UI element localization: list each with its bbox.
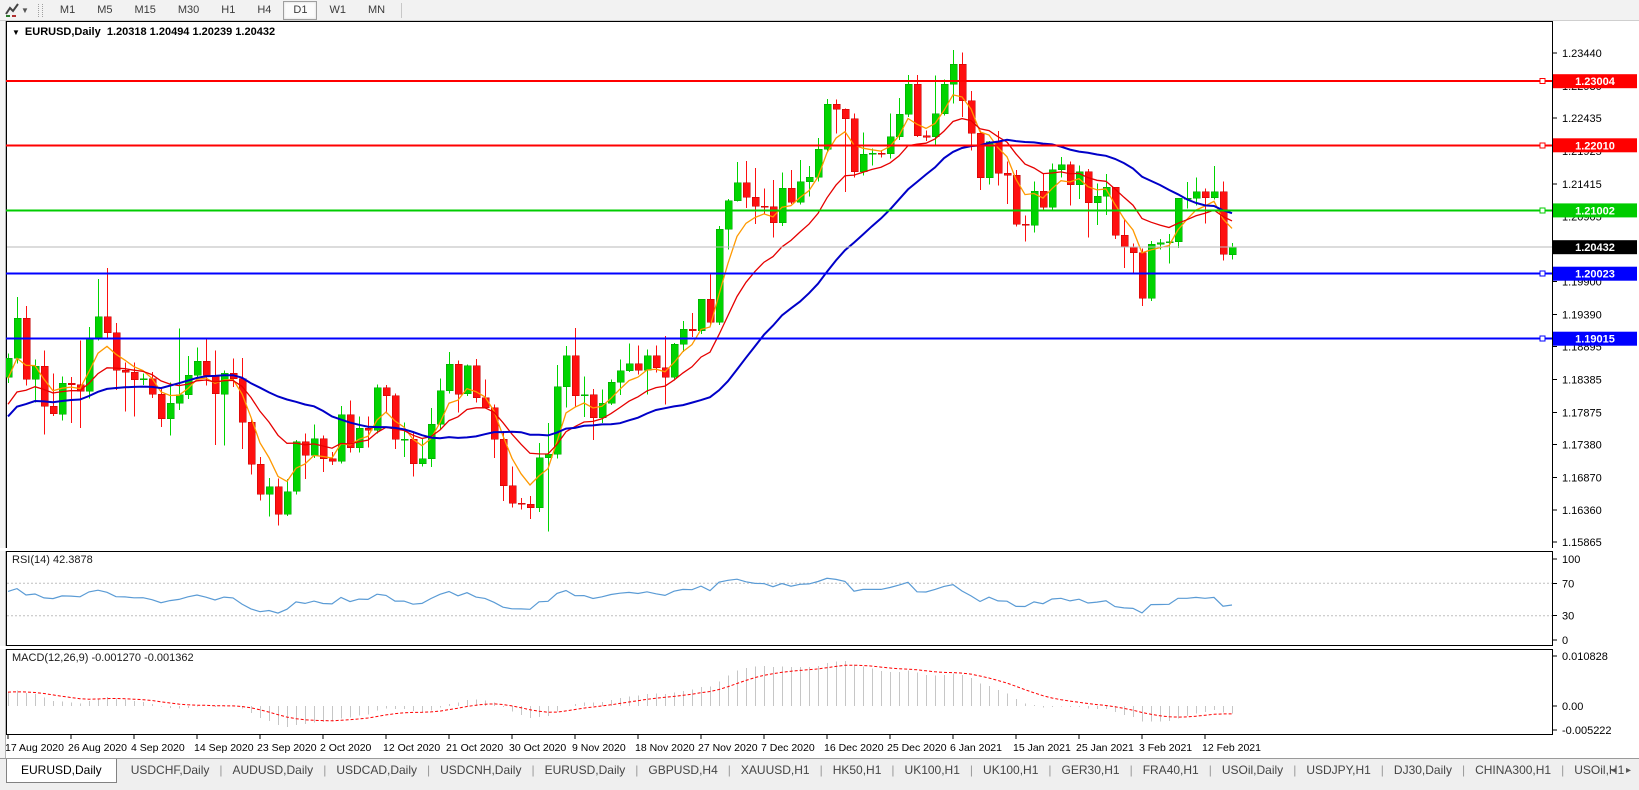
hline-handle[interactable] — [1540, 336, 1545, 341]
date-axis-label: 30 Oct 2020 — [509, 742, 566, 754]
price-axis-tick: 1.21415 — [1562, 179, 1602, 191]
toolbar-grip[interactable] — [38, 4, 43, 17]
timeframe-button-d1[interactable]: D1 — [283, 1, 317, 20]
chart-tabs: EURUSD,DailyUSDCHF,Daily|AUDUSD,Daily|US… — [0, 759, 1634, 783]
price-axis-tick: 1.16360 — [1562, 505, 1602, 517]
rsi-axis-tick: 70 — [1562, 578, 1574, 590]
tab-scroll-controls: ◂ ▸ — [1611, 765, 1631, 776]
price-axis-tick: 1.17875 — [1562, 407, 1602, 419]
hline-handle[interactable] — [1540, 208, 1545, 213]
chart-plot-border — [7, 22, 1553, 549]
svg-text:1.23004: 1.23004 — [1575, 76, 1616, 88]
date-axis-label: 15 Jan 2021 — [1013, 742, 1071, 754]
chart-ohlc-values: 1.20318 1.20494 1.20239 1.20432 — [107, 26, 275, 38]
timeframe-button-m15[interactable]: M15 — [124, 1, 165, 20]
symbol-caret-icon[interactable]: ▼ — [12, 28, 20, 37]
chart-tab-hk50-h1-8[interactable]: HK50,H1 — [823, 760, 892, 780]
date-axis-label: 23 Sep 2020 — [257, 742, 317, 754]
chart-tools-button[interactable]: ▼ — [0, 1, 34, 20]
chart-tab-usoil-daily-13[interactable]: USOil,Daily — [1212, 760, 1293, 780]
date-axis-label: 2 Oct 2020 — [320, 742, 372, 754]
date-axis-label: 17 Aug 2020 — [6, 742, 64, 754]
svg-text:1.20023: 1.20023 — [1575, 269, 1615, 281]
macd-label: MACD(12,26,9) -0.001270 -0.001362 — [12, 652, 194, 664]
macd-axis-tick: -0.005222 — [1562, 725, 1612, 735]
chart-tab-audusd-daily-2[interactable]: AUDUSD,Daily — [223, 760, 324, 780]
date-axis-label: 4 Sep 2020 — [131, 742, 185, 754]
date-axis-label: 12 Oct 2020 — [383, 742, 440, 754]
price-axis-tick: 1.19390 — [1562, 310, 1602, 322]
rsi-axis-tick: 100 — [1562, 554, 1580, 566]
chart-tab-xauusd-h1-7[interactable]: XAUUSD,H1 — [731, 760, 820, 780]
chart-tab-usdcad-daily-3[interactable]: USDCAD,Daily — [326, 760, 427, 780]
hline-handle[interactable] — [1540, 271, 1545, 276]
rsi-axis-tick: 30 — [1562, 611, 1574, 623]
date-axis-label: 14 Sep 2020 — [194, 742, 254, 754]
chart-title: ▼ EURUSD,Daily 1.20318 1.20494 1.20239 1.… — [12, 26, 275, 38]
chart-tab-china300-h1-16[interactable]: CHINA300,H1 — [1465, 760, 1561, 780]
timeframe-button-m30[interactable]: M30 — [168, 1, 209, 20]
price-axis-tick: 1.18385 — [1562, 374, 1602, 386]
chart-tab-gbpusd-h4-6[interactable]: GBPUSD,H4 — [638, 760, 727, 780]
chart-tab-dj30-daily-15[interactable]: DJ30,Daily — [1384, 760, 1462, 780]
macd-panel[interactable]: 0.010828 0.00 -0.005222 — [6, 649, 1639, 735]
rsi-label: RSI(14) 42.3878 — [12, 554, 93, 566]
chart-tab-uk100-h1-9[interactable]: UK100,H1 — [895, 760, 970, 780]
chart-tab-eurusd-daily-5[interactable]: EURUSD,Daily — [535, 760, 636, 780]
date-axis-label: 7 Dec 2020 — [761, 742, 815, 754]
toolbar-separator — [401, 3, 402, 18]
date-axis-label: 9 Nov 2020 — [572, 742, 626, 754]
date-axis-label: 18 Nov 2020 — [635, 742, 695, 754]
chart-tab-usdjpy-h1-14[interactable]: USDJPY,H1 — [1296, 760, 1380, 780]
date-axis[interactable]: 17 Aug 2020 26 Aug 2020 4 Sep 2020 14 Sep 2… — [6, 735, 1639, 758]
chart-tab-ger30-h1-11[interactable]: GER30,H1 — [1052, 760, 1130, 780]
chart-tab-fra40-h1-12[interactable]: FRA40,H1 — [1133, 760, 1209, 780]
date-axis-label: 25 Jan 2021 — [1076, 742, 1134, 754]
hline-handle[interactable] — [1540, 143, 1545, 148]
svg-text:1.19015: 1.19015 — [1575, 334, 1615, 346]
date-axis-label: 21 Oct 2020 — [446, 742, 503, 754]
svg-text:1.22010: 1.22010 — [1575, 140, 1615, 152]
tab-scroll-right-icon[interactable]: ▸ — [1626, 765, 1631, 776]
date-axis-label: 27 Nov 2020 — [698, 742, 758, 754]
chart-tools-caret-icon[interactable]: ▼ — [21, 6, 29, 15]
date-axis-label: 12 Feb 2021 — [1202, 742, 1261, 754]
timeframe-button-h4[interactable]: H4 — [247, 1, 281, 20]
price-axis-tick: 1.16870 — [1562, 472, 1602, 484]
chart-window[interactable]: 1.234401.229301.224351.219251.214151.209… — [0, 21, 1639, 758]
date-axis-label: 25 Dec 2020 — [887, 742, 947, 754]
price-axis-tick: 1.23440 — [1562, 48, 1602, 60]
chart-tab-usdchf-daily-1[interactable]: USDCHF,Daily — [121, 760, 220, 780]
price-axis-tick: 1.22435 — [1562, 113, 1602, 125]
chart-tab-usdcnh-daily-4[interactable]: USDCNH,Daily — [430, 760, 531, 780]
timeframe-button-h1[interactable]: H1 — [211, 1, 245, 20]
mt4-terminal: ▼ M1M5M15M30H1H4D1W1MN 1.234401.229301.2… — [0, 0, 1639, 790]
svg-text:1.21002: 1.21002 — [1575, 205, 1615, 217]
svg-text:1.20432: 1.20432 — [1575, 242, 1615, 254]
date-axis-label: 16 Dec 2020 — [824, 742, 884, 754]
rsi-axis-tick: 0 — [1562, 635, 1568, 646]
chart-tab-eurusd-daily-0[interactable]: EURUSD,Daily — [6, 759, 117, 783]
chart-symbol-label: EURUSD,Daily — [25, 26, 101, 38]
timeframe-toolbar: ▼ M1M5M15M30H1H4D1W1MN — [0, 0, 1639, 21]
rsi-panel[interactable]: 100 70 30 0 — [6, 551, 1639, 646]
chart-tab-uk100-h1-10[interactable]: UK100,H1 — [973, 760, 1048, 780]
timeframe-button-w1[interactable]: W1 — [319, 1, 356, 20]
price-chart-panel[interactable]: 1.234401.229301.224351.219251.214151.209… — [6, 21, 1639, 550]
price-axis-tick: 1.17380 — [1562, 439, 1602, 451]
macd-axis-tick: 0.010828 — [1562, 651, 1608, 663]
date-axis-label: 6 Jan 2021 — [950, 742, 1002, 754]
date-axis-label: 26 Aug 2020 — [68, 742, 127, 754]
hline-handle[interactable] — [1540, 79, 1545, 84]
timeframe-button-m5[interactable]: M5 — [87, 1, 122, 20]
chart-tools-icon — [5, 3, 19, 17]
macd-axis-tick: 0.00 — [1562, 701, 1583, 713]
tab-scroll-left-icon[interactable]: ◂ — [1611, 765, 1616, 776]
date-axis-label: 3 Feb 2021 — [1139, 742, 1192, 754]
timeframe-buttons: M1M5M15M30H1H4D1W1MN — [49, 1, 396, 20]
chart-tabbar: EURUSD,DailyUSDCHF,Daily|AUDUSD,Daily|US… — [0, 758, 1639, 790]
timeframe-button-m1[interactable]: M1 — [50, 1, 85, 20]
timeframe-button-mn[interactable]: MN — [358, 1, 395, 20]
